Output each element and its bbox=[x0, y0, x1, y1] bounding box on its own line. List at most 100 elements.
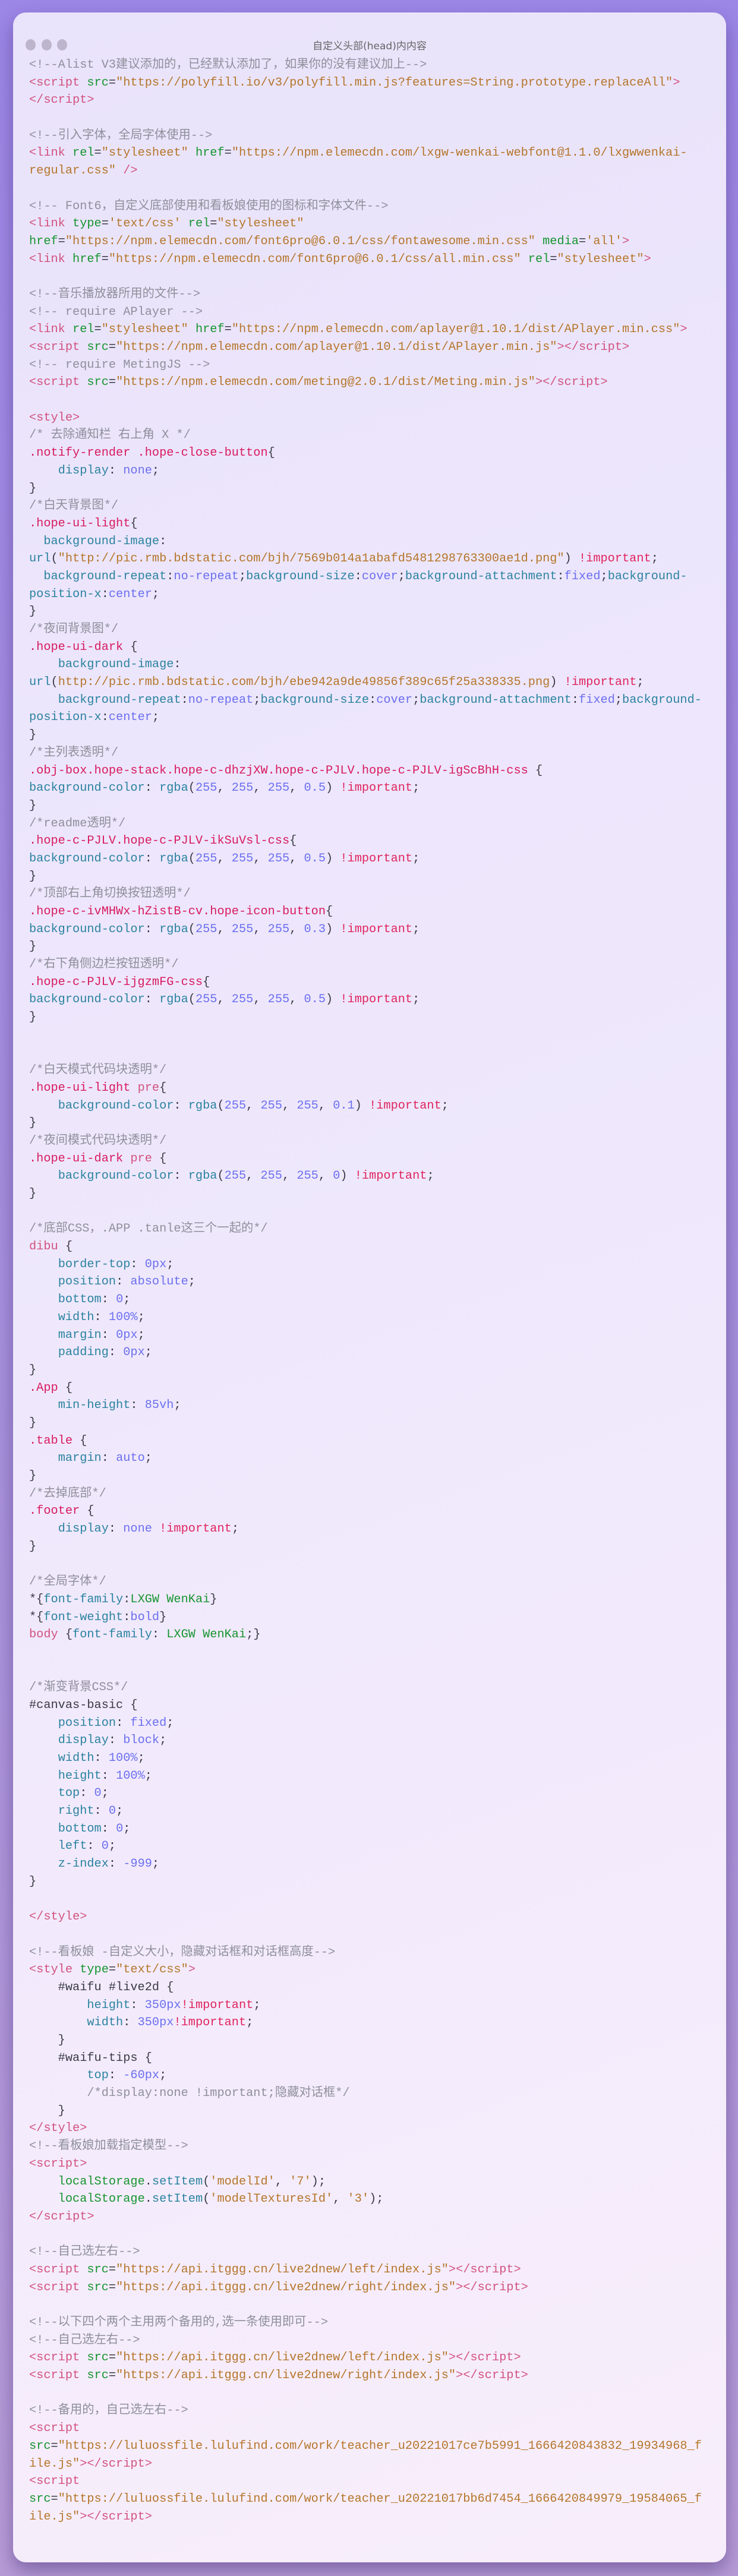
code-line: height: 350px!important; bbox=[29, 1997, 702, 2015]
code-token-punctuation: = bbox=[58, 234, 65, 248]
code-token-property: background-attachment bbox=[405, 569, 557, 583]
code-token-tag: </script> bbox=[29, 2209, 94, 2224]
code-token-punctuation: . bbox=[144, 2174, 152, 2189]
code-token-comment: /*主列表透明*/ bbox=[29, 746, 119, 760]
code-token-property: display bbox=[58, 1734, 109, 1748]
code-token-punctuation: ; bbox=[412, 851, 420, 866]
code-token-selector: .hope-c-ivMHWx-hZistB-cv.hope-icon-butto… bbox=[29, 905, 326, 918]
code-token-punctuation: ; bbox=[152, 1857, 160, 1871]
code-line: bottom: 0; bbox=[29, 1291, 702, 1309]
code-token-selector: .hope-c-PJLV.hope-c-PJLV-ikSuVsl-css bbox=[29, 834, 290, 848]
code-token-string: "stylesheet" bbox=[217, 217, 304, 231]
code-token-punctuation: : bbox=[181, 693, 188, 707]
code-line: background-image: bbox=[29, 533, 702, 551]
code-token-value: 100% bbox=[116, 1769, 145, 1783]
code-token-punctuation: : bbox=[174, 658, 181, 672]
code-token-punctuation: ; bbox=[651, 552, 658, 566]
code-token-punctuation bbox=[29, 1786, 58, 1800]
code-token-punctuation: ; bbox=[174, 1399, 181, 1413]
code-token-value: 255 bbox=[195, 781, 217, 795]
code-line: dibu { bbox=[29, 1238, 702, 1256]
code-line: z-index: -999; bbox=[29, 1855, 702, 1873]
code-token-punctuation bbox=[29, 1311, 58, 1324]
code-line: /*渐变背景CSS*/ bbox=[29, 1679, 702, 1697]
code-token-punctuation: = bbox=[108, 75, 116, 90]
code-token-property: min-height bbox=[58, 1399, 131, 1413]
code-token-function-name: setItem bbox=[152, 2192, 203, 2206]
code-line: <link type='text/css' rel="stylesheet" bbox=[29, 215, 702, 233]
code-token-value: 0 bbox=[333, 1169, 340, 1183]
code-line: background-repeat:no-repeat;background-s… bbox=[29, 568, 702, 586]
code-line: } bbox=[29, 727, 702, 744]
code-token-important-keyword: !important bbox=[181, 1998, 254, 2012]
code-token-punctuation: ) bbox=[550, 675, 564, 690]
code-token-punctuation bbox=[29, 1716, 58, 1730]
code-token-punctuation: ; bbox=[144, 1346, 152, 1360]
code-line: body {font-family: LXGW WenKai;} bbox=[29, 1626, 702, 1644]
code-token-function-name: rgba bbox=[159, 993, 188, 1007]
code-line: <link href="https://npm.elemecdn.com/fon… bbox=[29, 251, 702, 269]
code-line: min-height: 85vh; bbox=[29, 1397, 702, 1415]
code-token-property: font-family bbox=[43, 1592, 124, 1606]
code-token-tag: <script bbox=[29, 2474, 80, 2489]
code-line: .footer { bbox=[29, 1502, 702, 1520]
code-token-punctuation: , bbox=[289, 922, 304, 936]
code-token-punctuation: } bbox=[29, 798, 37, 813]
code-token-selector: .notify-render .hope-close-button bbox=[29, 446, 268, 460]
code-token-punctuation bbox=[29, 1804, 58, 1818]
code-token-punctuation: ) bbox=[326, 922, 340, 936]
code-block[interactable]: <!--Alist V3建议添加的，已经默认添加了，如果你的没有建议加上--> <… bbox=[29, 56, 702, 2526]
code-token-punctuation: { bbox=[152, 1151, 167, 1166]
code-token-comment: <!--看板娘 -自定义大小，隐藏对话框和对话框高度--> bbox=[29, 1945, 336, 1959]
code-token-punctuation: , bbox=[217, 922, 232, 936]
code-token-punctuation: = bbox=[224, 323, 232, 337]
code-token-punctuation: { bbox=[159, 1081, 167, 1095]
code-line: src="https://luluossfile.lulufind.com/wo… bbox=[29, 2490, 702, 2508]
code-token-punctuation: ; bbox=[238, 569, 247, 583]
code-token-value: 255 bbox=[267, 781, 290, 795]
code-token-punctuation bbox=[29, 1275, 58, 1289]
code-line: height: 100%; bbox=[29, 1767, 702, 1785]
code-line: } bbox=[29, 2032, 702, 2050]
code-token-selector: .obj-box.hope-stack.hope-c-dhzjXW.hope-c… bbox=[29, 763, 528, 778]
code-token-value: bold bbox=[130, 1610, 160, 1624]
code-token-punctuation: ; bbox=[412, 993, 420, 1007]
window-title: 自定义头部(head)内内容 bbox=[313, 40, 427, 52]
code-token-punctuation: { bbox=[58, 1240, 73, 1254]
code-token-important-keyword: !important bbox=[340, 781, 413, 795]
code-token-attribute: src bbox=[87, 375, 109, 390]
code-token-punctuation: = bbox=[108, 2262, 116, 2277]
code-line: /*去掉底部*/ bbox=[29, 1485, 702, 1503]
code-token-value: cover bbox=[376, 693, 413, 707]
code-token-tag: ></script> bbox=[535, 375, 608, 390]
code-token-value: 0.5 bbox=[304, 851, 326, 866]
code-token-value: fixed bbox=[579, 693, 615, 707]
code-line: } bbox=[29, 1009, 702, 1027]
code-line: <script src="https://api.itggg.cn/live2d… bbox=[29, 2279, 702, 2297]
code-token-punctuation: ; bbox=[166, 1716, 174, 1730]
code-token-important-keyword: !important bbox=[564, 675, 637, 690]
code-token-comment: /*夜间背景图*/ bbox=[29, 623, 119, 636]
code-token-punctuation bbox=[29, 2175, 58, 2189]
code-token-value: cover bbox=[361, 569, 398, 583]
code-token-identifier: localStorage bbox=[58, 2192, 145, 2206]
code-token-punctuation: ) bbox=[340, 1169, 355, 1183]
code-token-value: 0px bbox=[123, 1346, 145, 1360]
code-token-punctuation: : bbox=[123, 2016, 138, 2030]
code-token-property: font-weight bbox=[43, 1610, 124, 1624]
code-line: } bbox=[29, 1467, 702, 1485]
code-token-string: regular.css" bbox=[29, 164, 124, 178]
code-token-value: no-repeat bbox=[174, 569, 239, 583]
code-token-comment: <!--以下四个两个主用两个备用的,选一条使用即可--> bbox=[29, 2316, 328, 2329]
code-token-value: 0 bbox=[116, 1821, 124, 1836]
code-token-value: 255 bbox=[231, 993, 254, 1007]
code-token-punctuation: : bbox=[144, 851, 160, 866]
code-token-important-keyword: !important bbox=[340, 851, 413, 866]
code-token-tag: > bbox=[673, 75, 680, 90]
code-token-string: "https://npm.elemecdn.com/meting@2.0.1/d… bbox=[116, 375, 535, 390]
code-token-tag: /> bbox=[123, 164, 138, 178]
code-line: .hope-c-ivMHWx-hZistB-cv.hope-icon-butto… bbox=[29, 903, 702, 921]
code-token-property: background- bbox=[622, 693, 702, 707]
code-token-punctuation bbox=[29, 1451, 58, 1465]
